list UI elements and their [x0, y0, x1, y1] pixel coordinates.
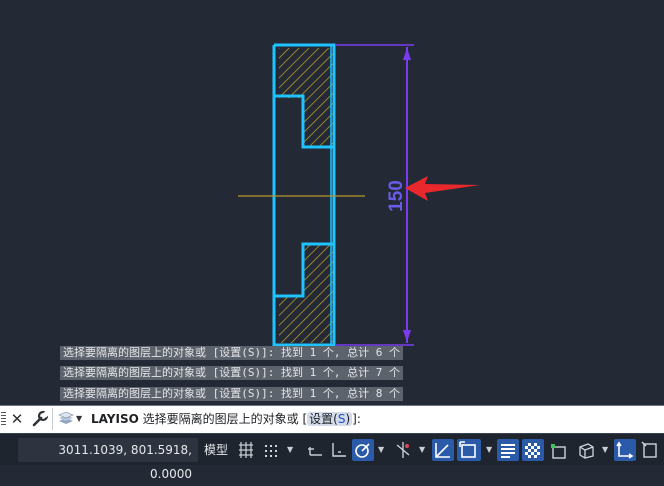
recent-commands-dropdown-icon[interactable]: ▼ — [76, 412, 86, 426]
dimension-text[interactable]: 150 — [386, 180, 407, 212]
selection-cycling-icon[interactable] — [548, 439, 570, 461]
dynamic-input-dropdown-icon[interactable]: ▼ — [486, 446, 492, 454]
layer-stack-icon[interactable] — [58, 412, 74, 426]
settings-option[interactable]: 设置(S) — [307, 412, 353, 426]
command-prompt-text: 选择要隔离的图层上的对象或 — [142, 412, 299, 426]
annotation-arrow-icon — [405, 176, 480, 201]
snap-dropdown-icon[interactable]: ▼ — [287, 446, 293, 454]
drawing-canvas[interactable]: 150 — [0, 0, 664, 405]
history-line-3: 选择要隔离的图层上的对象或 [设置(S)]: 找到 1 个, 总计 8 个 — [60, 387, 403, 401]
command-line-grip-icon[interactable] — [1, 412, 6, 426]
coordinates-display[interactable]: 3011.1039, 801.5918, 0.0000 — [18, 438, 198, 481]
infer-icon[interactable] — [306, 439, 326, 461]
history-line-1: 选择要隔离的图层上的对象或 [设置(S)]: 找到 1 个, 总计 6 个 — [60, 346, 403, 360]
lineweight-icon[interactable] — [497, 439, 519, 461]
command-prompt[interactable]: LAYISO 选择要隔离的图层上的对象或 [设置(S)]: — [91, 410, 361, 428]
transparency-icon[interactable] — [522, 439, 544, 461]
snap-icon[interactable] — [262, 439, 280, 461]
command-name: LAYISO — [91, 412, 139, 426]
command-line[interactable]: ✕ ▼ LAYISO 选择要隔离的图层上的对象或 [设置(S)]: — [0, 405, 664, 433]
dynamic-input-icon[interactable] — [457, 439, 481, 461]
isodraft-dropdown-icon[interactable]: ▼ — [419, 446, 425, 454]
3d-osnap-dropdown-icon[interactable]: ▼ — [602, 446, 608, 454]
dimension-arrow-top — [403, 48, 411, 60]
quick-properties-icon[interactable] — [640, 439, 660, 461]
polar-dropdown-icon[interactable]: ▼ — [378, 446, 384, 454]
isodraft-icon[interactable] — [393, 439, 413, 461]
model-space-button[interactable]: 模型 — [201, 438, 231, 462]
grid-icon[interactable] — [237, 439, 255, 461]
ortho-icon[interactable] — [329, 439, 349, 461]
close-icon[interactable]: ✕ — [10, 409, 24, 429]
history-line-2: 选择要隔离的图层上的对象或 [设置(S)]: 找到 1 个, 总计 7 个 — [60, 366, 403, 380]
hatch-region-bottom[interactable] — [279, 245, 333, 343]
wrench-icon[interactable] — [31, 410, 49, 428]
command-line-separator — [52, 408, 53, 430]
dynamic-ucs-icon[interactable] — [432, 439, 454, 461]
3d-osnap-icon[interactable] — [575, 439, 597, 461]
annotation-visibility-icon[interactable] — [614, 439, 636, 461]
status-bar: 3011.1039, 801.5918, 0.0000 模型 ▼ ▼ ▼ ▼ ▼ — [0, 433, 664, 481]
polar-icon[interactable] — [352, 439, 374, 461]
dimension-arrow-bottom — [403, 330, 411, 342]
